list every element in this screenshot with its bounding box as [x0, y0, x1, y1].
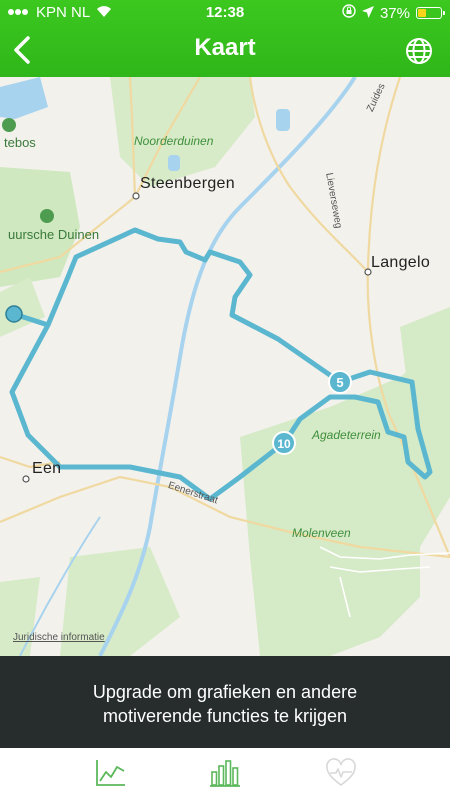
rotation-lock-icon: [342, 4, 356, 22]
tab-bar-chart[interactable]: [208, 758, 242, 788]
upgrade-text: Upgrade om grafieken en andere motiveren…: [30, 680, 420, 728]
chart-line-icon: [96, 760, 125, 786]
km-marker-5: 5: [328, 370, 352, 394]
globe-button[interactable]: [404, 36, 434, 66]
tab-bar: [0, 748, 450, 800]
upgrade-banner[interactable]: Upgrade om grafieken en andere motiveren…: [0, 656, 450, 748]
route-map[interactable]: Steenbergen Langelo Een Noorderduinen uu…: [0, 77, 450, 656]
route-markers: 5 10: [5, 305, 352, 455]
km-marker-10-label: 10: [277, 437, 291, 451]
upgrade-line-2: motiverende functies te krijgen: [102, 706, 348, 726]
km-marker-10: 10: [272, 431, 296, 455]
battery-percent: 37%: [379, 4, 410, 22]
bar-chart-icon: [210, 760, 240, 787]
header-bar: KPN NL 12:38 37% Kaart: [0, 0, 450, 77]
globe-icon: [406, 38, 432, 64]
page-title: Kaart: [194, 34, 256, 61]
km-marker-5-label: 5: [336, 375, 343, 390]
heart-rate-icon: [326, 758, 356, 786]
route-start-marker: [5, 305, 23, 323]
battery-icon: [416, 7, 445, 19]
status-right: 37%: [342, 4, 445, 22]
legal-info-link[interactable]: Juridische informatie: [13, 632, 105, 643]
location-arrow-icon: [361, 5, 374, 22]
status-bar: KPN NL 12:38 37%: [0, 0, 450, 24]
tab-heart-rate[interactable]: [324, 758, 358, 788]
upgrade-line-1: Upgrade om grafieken en andere: [92, 682, 358, 702]
tab-line-chart[interactable]: [94, 758, 128, 788]
